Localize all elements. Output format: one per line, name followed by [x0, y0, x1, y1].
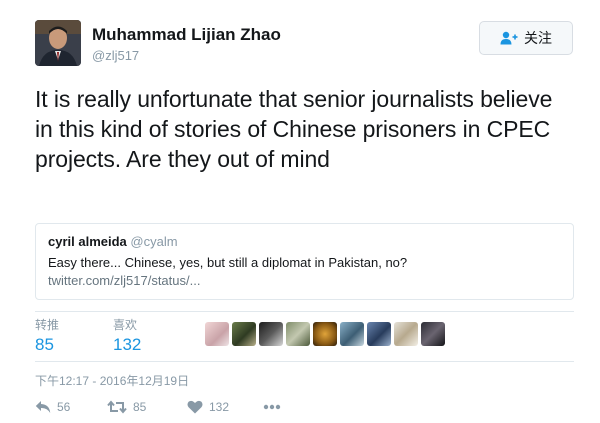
quoted-author-handle: @cyalm [130, 234, 178, 249]
quoted-author-name: cyril almeida [48, 234, 127, 249]
reply-count: 56 [57, 400, 71, 414]
follow-button[interactable]: 关注 [479, 21, 573, 55]
reply-icon [35, 401, 51, 413]
heart-icon [187, 400, 203, 414]
likers-avatars [205, 322, 445, 346]
like-stat-label: 喜欢 [113, 318, 138, 332]
follow-button-label: 关注 [524, 30, 552, 46]
stats-top-divider [35, 311, 574, 312]
liker-avatar[interactable] [205, 322, 229, 346]
liker-avatar[interactable] [232, 322, 256, 346]
reply-button[interactable]: 56 [35, 400, 107, 414]
quoted-tweet-header: cyril almeida @cyalm [48, 234, 561, 250]
liker-avatar[interactable] [367, 322, 391, 346]
retweet-stat[interactable]: 转推 85 [35, 318, 59, 356]
retweet-button[interactable]: 85 [107, 400, 187, 414]
author-avatar[interactable] [35, 20, 81, 66]
like-stat-value: 132 [113, 335, 142, 354]
liker-avatar[interactable] [286, 322, 310, 346]
liker-avatar[interactable] [259, 322, 283, 346]
stats-bottom-divider [35, 361, 574, 362]
liker-avatar[interactable] [313, 322, 337, 346]
more-button[interactable] [263, 404, 281, 410]
author-name[interactable]: Muhammad Lijian Zhao [92, 25, 281, 45]
retweet-stat-value: 85 [35, 335, 54, 354]
author-handle[interactable]: @zlj517 [92, 47, 281, 65]
add-user-icon [500, 31, 518, 45]
avatar-image [35, 20, 81, 66]
quoted-tweet-text: Easy there... Chinese, yes, but still a … [48, 255, 408, 270]
liker-avatar[interactable] [394, 322, 418, 346]
tweet-timestamp[interactable]: 下午12:17 - 2016年12月19日 [35, 372, 189, 389]
quoted-tweet-link[interactable]: twitter.com/zlj517/status/... [48, 272, 561, 290]
author-info: Muhammad Lijian Zhao @zlj517 [92, 25, 281, 65]
liker-avatar[interactable] [340, 322, 364, 346]
like-button[interactable]: 132 [187, 400, 263, 414]
like-stat[interactable]: 喜欢 132 [113, 318, 141, 356]
tweet-text: It is really unfortunate that senior jou… [35, 86, 553, 172]
retweet-icon [107, 400, 127, 414]
retweet-count: 85 [133, 400, 147, 414]
liker-avatar[interactable] [421, 322, 445, 346]
like-count: 132 [209, 400, 230, 414]
more-dots-icon [263, 404, 281, 410]
tweet-actions: 56 85 132 [35, 400, 281, 414]
retweet-stat-label: 转推 [35, 318, 60, 332]
quoted-tweet[interactable]: cyril almeida @cyalm Easy there... Chine… [35, 223, 574, 300]
